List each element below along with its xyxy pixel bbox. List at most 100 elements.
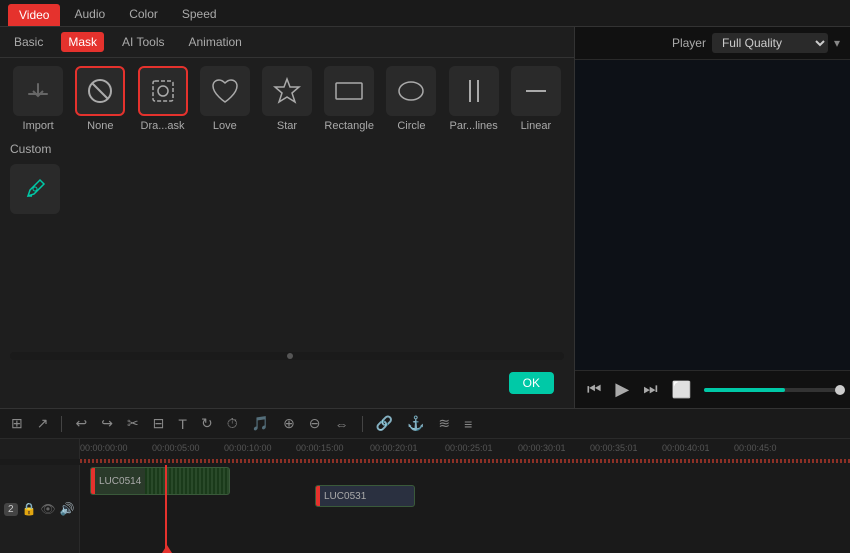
tool-zoom-out-icon[interactable]: ⊖ bbox=[306, 413, 324, 434]
tab-audio[interactable]: Audio bbox=[64, 4, 115, 26]
linear-icon-box bbox=[511, 66, 561, 116]
quality-select[interactable]: Full Quality High Quality Medium Quality… bbox=[712, 33, 828, 53]
mask-item-linear[interactable]: Linear bbox=[508, 66, 564, 132]
clip1-label: LUC0514 bbox=[95, 476, 145, 487]
ruler-mark-3: 00:00:15:00 bbox=[296, 443, 344, 453]
par-lines-label: Par...lines bbox=[449, 120, 497, 132]
player-label: Player bbox=[672, 36, 706, 50]
tab-basic[interactable]: Basic bbox=[8, 33, 49, 51]
play-button[interactable]: ▶ bbox=[613, 377, 631, 402]
mask-item-rectangle[interactable]: Rectangle bbox=[321, 66, 377, 132]
player-viewport bbox=[575, 60, 850, 370]
mask-item-par-lines[interactable]: Par...lines bbox=[446, 66, 502, 132]
tool-text-icon[interactable]: T bbox=[175, 414, 190, 434]
tool-select-icon[interactable]: ↗ bbox=[34, 413, 52, 434]
bottom-panel: ⊞ ↗ ↩ ↪ ✂ ⊟ T ↻ ⏱ 🎵 ⊕ ⊖ ⇔ 🔗 ⚓ ≋ ≡ 00:00:… bbox=[0, 408, 850, 553]
scroll-area[interactable] bbox=[10, 352, 564, 360]
mask-item-draw-mask[interactable]: Dra...ask bbox=[134, 66, 190, 132]
none-icon bbox=[85, 76, 115, 106]
rectangle-icon-box bbox=[324, 66, 374, 116]
ruler-mark-0: 00:00:00:00 bbox=[80, 443, 128, 453]
clip1-waveform bbox=[145, 468, 229, 494]
tool-extra-icon[interactable]: ≡ bbox=[461, 414, 475, 434]
track-visibility-icon[interactable]: 👁 bbox=[41, 502, 56, 516]
ruler-mark-1: 00:00:05:00 bbox=[152, 443, 200, 453]
scroll-thumb bbox=[287, 353, 293, 359]
star-label: Star bbox=[277, 120, 297, 132]
tool-ripple-icon[interactable]: ≋ bbox=[435, 413, 453, 434]
left-panel: Basic Mask AI Tools Animation bbox=[0, 27, 575, 408]
linear-icon bbox=[521, 76, 551, 106]
timeline-toolbar: ⊞ ↗ ↩ ↪ ✂ ⊟ T ↻ ⏱ 🎵 ⊕ ⊖ ⇔ 🔗 ⚓ ≋ ≡ bbox=[0, 409, 850, 439]
tab-ai-tools[interactable]: AI Tools bbox=[116, 33, 170, 51]
tool-redo-icon[interactable]: ↪ bbox=[98, 413, 116, 434]
draw-mask-icon bbox=[147, 75, 179, 107]
ruler-mark-8: 00:00:40:01 bbox=[662, 443, 710, 453]
import-icon bbox=[24, 77, 52, 105]
custom-section-label: Custom bbox=[10, 142, 564, 156]
player-controls: ⏮ ▶ ⏭ ⬜ bbox=[575, 370, 850, 408]
par-lines-icon bbox=[459, 76, 489, 106]
love-icon-box bbox=[200, 66, 250, 116]
fullscreen-button[interactable]: ⬜ bbox=[670, 378, 694, 402]
mask-item-star[interactable]: Star bbox=[259, 66, 315, 132]
mask-item-none[interactable]: None bbox=[72, 66, 128, 132]
tool-fit-icon[interactable]: ⇔ bbox=[332, 414, 352, 434]
progress-bar[interactable] bbox=[704, 388, 840, 392]
track-labels: 2 🔒 👁 🔊 bbox=[0, 465, 80, 553]
timeline-tracks: 2 🔒 👁 🔊 LUC0514 LUC0531 bbox=[0, 465, 850, 553]
toolbar-divider-1 bbox=[61, 416, 62, 432]
none-icon-box bbox=[75, 66, 125, 116]
tool-add-icon[interactable]: ⊞ bbox=[8, 413, 26, 434]
skip-forward-button[interactable]: ⏭ bbox=[641, 379, 659, 401]
ruler-spacer bbox=[0, 439, 80, 459]
video-clip-2[interactable]: LUC0531 bbox=[315, 485, 415, 507]
linear-label: Linear bbox=[521, 120, 552, 132]
red-dots-strip bbox=[80, 459, 850, 463]
mask-item-love[interactable]: Love bbox=[197, 66, 253, 132]
track-area: LUC0514 LUC0531 bbox=[80, 465, 850, 553]
tab-speed[interactable]: Speed bbox=[172, 4, 227, 26]
tab-animation[interactable]: Animation bbox=[182, 33, 247, 51]
mask-item-circle[interactable]: Circle bbox=[383, 66, 439, 132]
tool-undo-icon[interactable]: ↩ bbox=[72, 413, 90, 434]
ruler-mark-2: 00:00:10:00 bbox=[224, 443, 272, 453]
ok-button[interactable]: OK bbox=[509, 372, 554, 394]
right-panel: Player Full Quality High Quality Medium … bbox=[575, 27, 850, 408]
tool-audio-icon[interactable]: 🎵 bbox=[249, 413, 272, 434]
ruler-mark-7: 00:00:35:01 bbox=[590, 443, 638, 453]
ruler-mark-5: 00:00:25:01 bbox=[445, 443, 493, 453]
tool-split-icon[interactable]: ⊟ bbox=[150, 413, 168, 434]
progress-handle bbox=[835, 385, 845, 395]
circle-label: Circle bbox=[397, 120, 425, 132]
tool-speed-icon[interactable]: ⏱ bbox=[224, 413, 241, 434]
ruler-marks-area: 00:00:00:00 00:00:05:00 00:00:10:00 00:0… bbox=[80, 439, 850, 459]
video-clip-1[interactable]: LUC0514 bbox=[90, 467, 230, 495]
top-tab-bar: Video Audio Color Speed bbox=[0, 0, 850, 27]
tool-link-icon[interactable]: 🔗 bbox=[373, 413, 396, 434]
tool-rotate-icon[interactable]: ↻ bbox=[198, 413, 216, 434]
tool-cut-icon[interactable]: ✂ bbox=[124, 413, 142, 434]
pen-icon bbox=[22, 176, 48, 202]
rectangle-icon bbox=[332, 77, 366, 105]
tool-unlink-icon[interactable]: ⚓ bbox=[404, 413, 427, 434]
circle-icon-box bbox=[386, 66, 436, 116]
star-icon-box bbox=[262, 66, 312, 116]
track-audio-icon[interactable]: 🔊 bbox=[60, 502, 75, 516]
tab-mask[interactable]: Mask bbox=[61, 32, 104, 52]
rectangle-label: Rectangle bbox=[324, 120, 374, 132]
track-label-2: 2 🔒 👁 🔊 bbox=[4, 494, 75, 524]
lock-icon[interactable]: 🔒 bbox=[22, 502, 37, 516]
mask-item-import[interactable]: Import bbox=[10, 66, 66, 132]
sub-tab-bar: Basic Mask AI Tools Animation bbox=[0, 27, 574, 58]
tab-video[interactable]: Video bbox=[8, 4, 60, 26]
custom-draw-item[interactable] bbox=[10, 164, 60, 214]
toolbar-divider-2 bbox=[362, 416, 363, 432]
tool-zoom-in-icon[interactable]: ⊕ bbox=[280, 413, 298, 434]
playhead-triangle bbox=[162, 545, 172, 553]
tab-color[interactable]: Color bbox=[119, 4, 168, 26]
import-label: Import bbox=[23, 120, 54, 132]
clip2-label: LUC0531 bbox=[320, 491, 370, 502]
skip-back-button[interactable]: ⏮ bbox=[585, 379, 603, 401]
ruler-mark-9: 00:00:45:0 bbox=[734, 443, 777, 453]
